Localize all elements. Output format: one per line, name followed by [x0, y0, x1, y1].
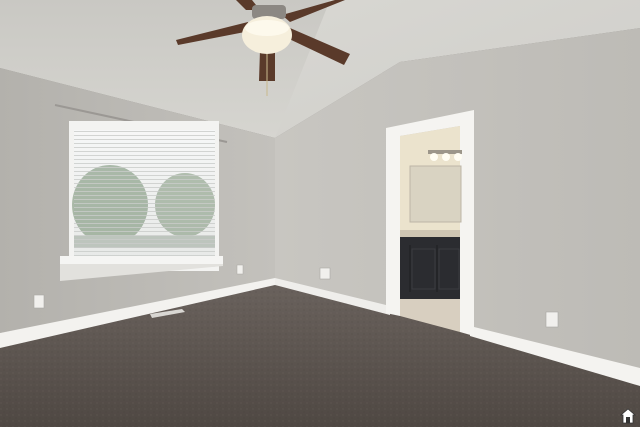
- vanity-cabinet: [400, 237, 460, 299]
- house-logo-icon: [620, 408, 636, 424]
- vanity-light: [428, 150, 462, 161]
- wall-outlet-right: [545, 311, 559, 328]
- wall-outlet-center: [319, 267, 331, 280]
- wall-outlet-left: [33, 294, 45, 309]
- wall-outlet-center-left: [236, 264, 244, 275]
- window-blinds: [74, 130, 215, 267]
- window-sill: [60, 256, 223, 264]
- vanity-countertop: [400, 230, 460, 237]
- room-photo: [0, 0, 640, 427]
- bathroom-mirror: [409, 165, 462, 223]
